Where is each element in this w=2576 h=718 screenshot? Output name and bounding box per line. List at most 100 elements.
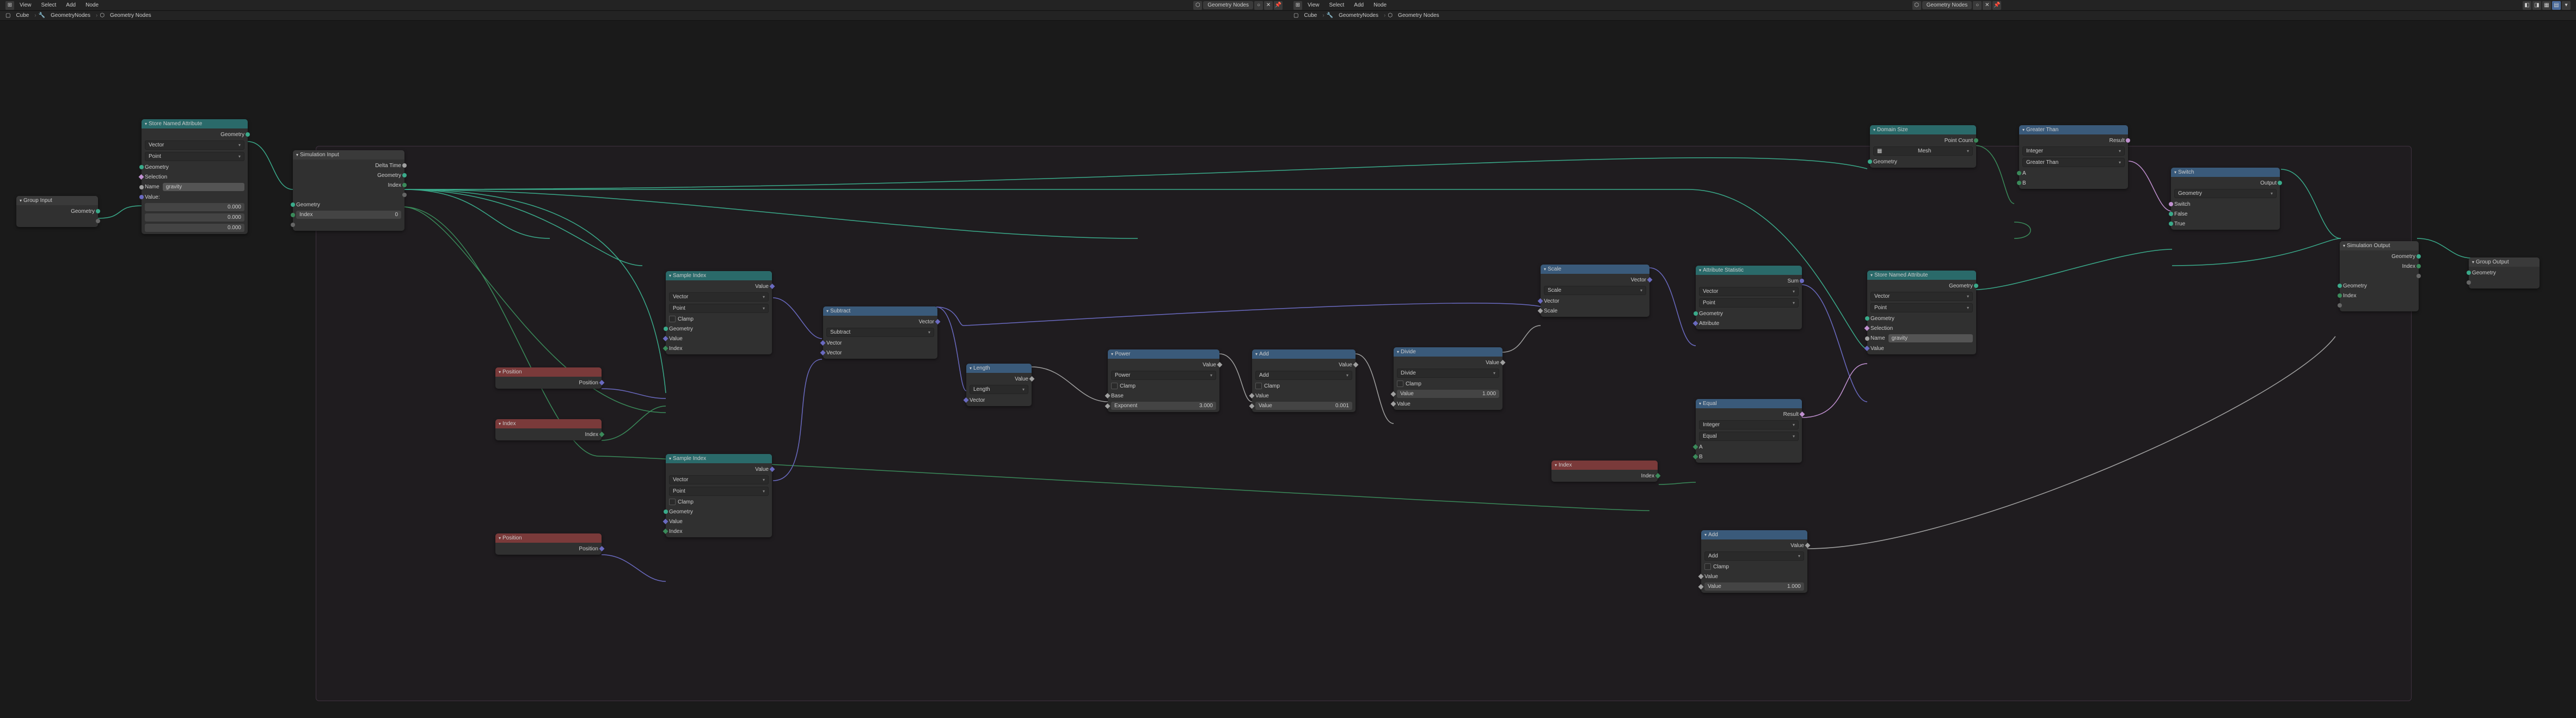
field-exponent[interactable]: Exponent3.000: [1108, 401, 1219, 411]
node-sample-index[interactable]: ▾Sample Index Value Vector Point Clamp G…: [666, 271, 772, 354]
node-attribute-statistic[interactable]: ▾Attribute Statistic Sum Vector Point Ge…: [1696, 266, 1802, 329]
socket-vector-out[interactable]: Vector: [823, 317, 937, 327]
socket-value-in[interactable]: Value: [666, 334, 772, 343]
node-header[interactable]: ▾Simulation Input: [293, 150, 404, 159]
socket-value-in[interactable]: Value: [1867, 343, 1976, 353]
socket-extend-out[interactable]: [293, 190, 404, 200]
socket-vector-in[interactable]: Vector: [1541, 296, 1649, 306]
socket-extend-in[interactable]: [293, 220, 404, 230]
socket-selection-in[interactable]: Selection: [142, 172, 248, 182]
crumb-object[interactable]: Cube: [1301, 12, 1320, 19]
node-store-named-attribute[interactable]: ▾Store Named Attribute Geometry Vector P…: [142, 119, 248, 234]
node-header[interactable]: ▾Store Named Attribute: [142, 119, 248, 128]
socket-value-in[interactable]: Value: [1701, 572, 1807, 581]
dropdown-data-type[interactable]: Integer: [2019, 145, 2128, 157]
socket-value-out[interactable]: Value: [666, 281, 772, 291]
overlay-icon[interactable]: ▦: [2542, 1, 2551, 10]
checkbox-clamp[interactable]: Clamp: [666, 314, 772, 324]
dropdown-operation[interactable]: Length: [966, 384, 1032, 395]
socket-attribute-in[interactable]: Attribute: [1696, 318, 1802, 328]
checkbox-clamp[interactable]: Clamp: [1394, 379, 1502, 389]
nodetree-selector[interactable]: Geometry Nodes: [1203, 1, 1253, 9]
node-domain-size[interactable]: ▾Domain Size Point Count ▦ Mesh Geometry: [1870, 125, 1976, 168]
socket-index-in[interactable]: Index: [666, 343, 772, 353]
socket-switch-in[interactable]: Switch: [2171, 199, 2280, 209]
menu-node[interactable]: Node: [81, 1, 103, 9]
crumb-nodetree[interactable]: Geometry Nodes: [107, 12, 155, 19]
menu-add[interactable]: Add: [62, 1, 80, 9]
node-header[interactable]: ▾Add: [1701, 530, 1807, 539]
checkbox-clamp[interactable]: Clamp: [1701, 562, 1807, 572]
node-header[interactable]: ▾Index: [495, 419, 602, 428]
socket-delta-time-out[interactable]: Delta Time: [293, 161, 404, 170]
node-header[interactable]: ▾Store Named Attribute: [1867, 271, 1976, 280]
node-vector-math-scale[interactable]: ▾Scale Vector Scale Vector Scale: [1541, 265, 1649, 317]
fake-user-icon[interactable]: ○: [1973, 1, 1982, 10]
unlink-icon[interactable]: ✕: [1264, 1, 1273, 10]
overlay-icon[interactable]: ◨: [2532, 1, 2541, 10]
sidebar-toggle-icon[interactable]: ▤: [2552, 1, 2561, 10]
socket-value-in[interactable]: Value: [1252, 391, 1356, 401]
checkbox-clamp[interactable]: Clamp: [1252, 381, 1356, 391]
dropdown-component[interactable]: ▦ Mesh: [1870, 145, 1976, 157]
node-header[interactable]: ▾Position: [495, 367, 602, 377]
node-header[interactable]: ▾Equal: [1696, 399, 1802, 408]
socket-selection-in[interactable]: Selection: [1867, 323, 1976, 333]
overlay-icon[interactable]: ◧: [2523, 1, 2531, 10]
menu-add[interactable]: Add: [1350, 1, 1368, 9]
socket-position-out[interactable]: Position: [495, 378, 602, 388]
dropdown-operation[interactable]: Divide: [1394, 367, 1502, 379]
dropdown-operation[interactable]: Add: [1701, 550, 1807, 562]
socket-value-out[interactable]: Value: [1394, 358, 1502, 367]
crumb-object[interactable]: Cube: [13, 12, 32, 19]
node-sample-index[interactable]: ▾Sample Index Value Vector Point Clamp G…: [666, 454, 772, 537]
socket-base-in[interactable]: Base: [1108, 391, 1219, 401]
socket-a-in[interactable]: A: [2019, 168, 2128, 178]
nodetree-icon[interactable]: ⬡: [1912, 1, 1921, 10]
socket-extend-out[interactable]: [2340, 271, 2419, 281]
chevron-down-icon[interactable]: ▾: [2562, 1, 2571, 10]
socket-geometry-in[interactable]: Geometry: [666, 324, 772, 334]
node-group-output[interactable]: ▾Group Output Geometry: [2469, 257, 2540, 289]
socket-extend-in[interactable]: [2340, 300, 2419, 310]
dropdown-type[interactable]: Geometry: [2171, 188, 2280, 199]
checkbox-clamp[interactable]: Clamp: [1108, 381, 1219, 391]
dropdown-operation[interactable]: Add: [1252, 370, 1356, 381]
socket-geometry-out[interactable]: Geometry: [2340, 251, 2419, 261]
node-group-input[interactable]: ▾Group Input Geometry: [16, 196, 98, 227]
node-math-add[interactable]: ▾Add Value Add Clamp Value Value0.001: [1252, 349, 1356, 412]
node-math-add[interactable]: ▾Add Value Add Clamp Value Value1.000: [1701, 530, 1807, 593]
socket-geometry-out[interactable]: Geometry: [293, 170, 404, 180]
menu-select[interactable]: Select: [1325, 1, 1349, 9]
socket-value-out[interactable]: Value: [1108, 360, 1219, 370]
socket-value-in[interactable]: Value: [666, 517, 772, 526]
node-header[interactable]: ▾Sample Index: [666, 454, 772, 463]
dropdown-data-type[interactable]: Vector: [666, 474, 772, 486]
socket-vector-in[interactable]: Vector: [823, 338, 937, 348]
node-header[interactable]: ▾Domain Size: [1870, 125, 1976, 134]
node-header[interactable]: ▾Sample Index: [666, 271, 772, 280]
dropdown-operation[interactable]: Equal: [1696, 431, 1802, 442]
socket-position-out[interactable]: Position: [495, 544, 602, 554]
node-header[interactable]: ▾Simulation Output: [2340, 241, 2419, 250]
socket-extend-in[interactable]: [2469, 278, 2540, 287]
socket-true-in[interactable]: True: [2171, 219, 2280, 229]
socket-geometry-in[interactable]: Geometry: [293, 200, 404, 210]
node-header[interactable]: ▾Power: [1108, 349, 1219, 359]
socket-sum-out[interactable]: Sum: [1696, 276, 1802, 286]
dropdown-domain[interactable]: Point: [666, 303, 772, 314]
node-header[interactable]: ▾Scale: [1541, 265, 1649, 274]
socket-scale-in[interactable]: Scale: [1541, 306, 1649, 316]
socket-value-out[interactable]: Value: [666, 464, 772, 474]
field-value-z[interactable]: 0.000: [142, 223, 248, 233]
socket-geometry-in[interactable]: Geometry: [1867, 314, 1976, 323]
socket-geometry-in[interactable]: Geometry: [2340, 281, 2419, 291]
node-math-power[interactable]: ▾Power Value Power Clamp Base Exponent3.…: [1108, 349, 1219, 412]
node-store-named-attribute[interactable]: ▾Store Named Attribute Geometry Vector P…: [1867, 271, 1976, 354]
node-header[interactable]: ▾Switch: [2171, 168, 2280, 177]
menu-view[interactable]: View: [1303, 1, 1324, 9]
menu-view[interactable]: View: [15, 1, 36, 9]
socket-a-in[interactable]: A: [1696, 442, 1802, 452]
node-vector-math-subtract[interactable]: ▾Subtract Vector Subtract Vector Vector: [823, 306, 937, 359]
pin-icon[interactable]: 📌: [1992, 1, 2001, 10]
